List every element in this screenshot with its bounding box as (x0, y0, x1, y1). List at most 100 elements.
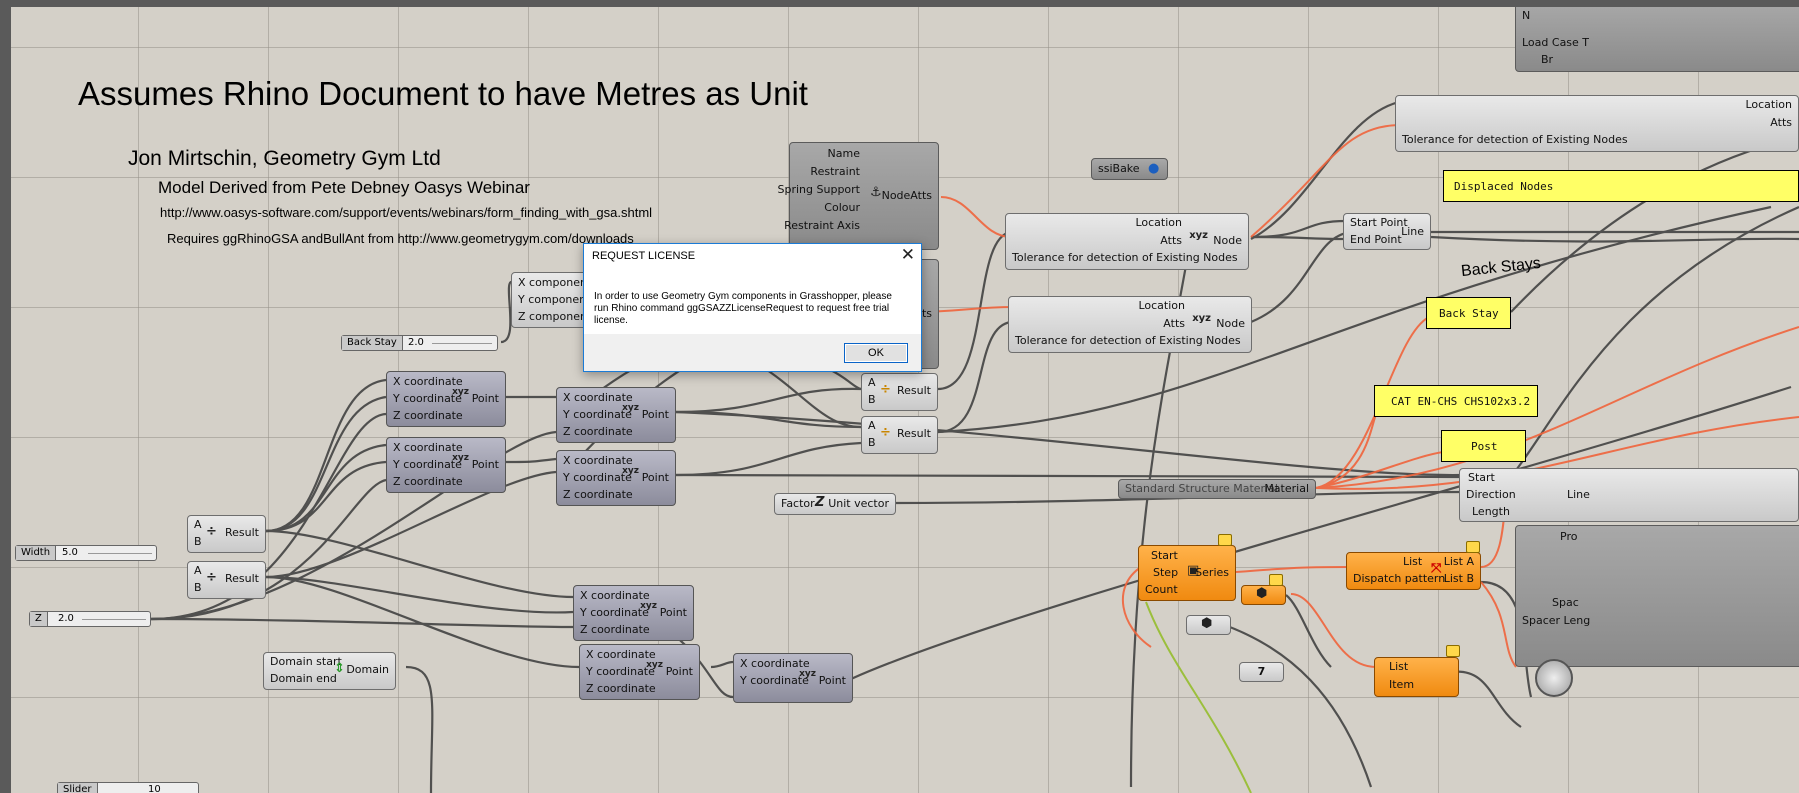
panel-back-stay[interactable]: Back Stay (1426, 297, 1511, 329)
list-item-component[interactable]: List Item (1374, 657, 1459, 697)
param-gray[interactable]: ⬢ (1186, 615, 1231, 635)
port-point-output: Point (471, 392, 499, 405)
close-icon[interactable]: ✕ (901, 245, 915, 265)
point-component-1[interactable]: X coordinate Y coordinate Z coordinate x… (386, 371, 506, 427)
hex-param-icon: ⬢ (1256, 586, 1268, 601)
port-length: Length (1472, 505, 1510, 518)
division-icon: ÷ (880, 382, 891, 397)
panel-text: Displaced Nodes (1454, 180, 1554, 193)
point-component-4[interactable]: X coordinate Y coordinate Z coordinate x… (556, 450, 676, 506)
domain-icon: ⇕ (334, 661, 345, 676)
port-tolerance: Tolerance for detection of Existing Node… (1012, 251, 1238, 264)
port-z: Z coordinate (580, 623, 650, 636)
slider-value: 10 (148, 784, 161, 793)
port-start: Start (1151, 549, 1178, 562)
port-location: Location (1138, 299, 1185, 312)
panel-post[interactable]: Post (1441, 430, 1526, 462)
wire (265, 460, 387, 533)
point-component-5[interactable]: X coordinate Y coordinate Z coordinate x… (573, 585, 694, 641)
port-b: B (868, 436, 876, 449)
division-component-2[interactable]: A B ÷ Result (861, 416, 938, 454)
back-stay-slider[interactable]: Back Stay 2.0 (341, 335, 498, 351)
panel-text: CAT EN-CHS CHS102x3.2 (1391, 395, 1531, 408)
point-icon: xyz (622, 466, 639, 476)
unit-z-icon: Z (815, 495, 825, 510)
vector-xyz-component[interactable]: X component Y component Z component (511, 272, 591, 328)
cluster-tag (1269, 574, 1283, 586)
wire (1480, 205, 1799, 504)
dialog-footer: OK (584, 334, 921, 371)
integer-param[interactable]: 7 (1239, 662, 1284, 682)
port-colour: Colour (824, 201, 860, 214)
param-orange[interactable]: ⬢ (1241, 585, 1286, 605)
point-component-2[interactable]: X coordinate Y coordinate Z coordinate x… (386, 437, 506, 493)
slider-track[interactable] (82, 619, 146, 620)
division-component-1[interactable]: A B ÷ Result (861, 373, 938, 411)
line-component-1[interactable]: Start Point End Point Line (1343, 213, 1431, 250)
grasshopper-canvas[interactable]: Assumes Rhino Document to have Metres as… (11, 7, 1799, 793)
panel-text: Back Stay (1439, 307, 1499, 320)
material-component[interactable]: Standard Structure Material Material (1118, 479, 1316, 499)
point-icon: xyz (799, 669, 816, 679)
port-tolerance: Tolerance for detection of Existing Node… (1015, 334, 1241, 347)
division-component-3[interactable]: A B ÷ Result (187, 515, 266, 553)
port-point-output: Point (641, 408, 669, 421)
point-component-3[interactable]: X coordinate Y coordinate Z coordinate x… (556, 387, 676, 443)
wire (1510, 135, 1799, 313)
port-z: Z coordinate (563, 488, 633, 501)
port-list: List (1389, 660, 1409, 673)
port-count: Count (1145, 583, 1178, 596)
domain-component[interactable]: Domain start Domain end ⇕ Domain (263, 652, 396, 690)
panel-displaced-nodes[interactable]: Displaced Nodes (1443, 170, 1799, 202)
width-slider[interactable]: Width 5.0 (15, 545, 157, 561)
port-start: Start (1468, 471, 1495, 484)
port-domain-start: Domain start (270, 655, 342, 668)
slider-value: 2.0 (58, 613, 74, 624)
license-dialog[interactable]: REQUEST LICENSE ✕ In order to use Geomet… (583, 243, 922, 372)
port-restraint: Restraint (810, 165, 860, 178)
wire (265, 575, 574, 614)
port-location: Location (1135, 216, 1182, 229)
node-component-1[interactable]: Location Atts Tolerance for detection of… (1005, 213, 1249, 270)
point-icon: xyz (452, 387, 469, 397)
node-atts-component[interactable]: Name Restraint Spring Support Colour Res… (778, 142, 939, 250)
ok-button[interactable]: OK (844, 343, 908, 363)
port-y-component: Y component (518, 293, 591, 306)
slider-10[interactable]: Slider 10 (57, 782, 199, 793)
unit-vector-component[interactable]: Factor Z Unit vector (774, 493, 896, 515)
node-component-3[interactable]: Location Atts Tolerance for detection of… (1395, 95, 1799, 152)
dispatch-component[interactable]: List Dispatch pattern ⤧ List A List B (1346, 552, 1481, 590)
port-spacer-length: Spacer Leng (1522, 614, 1591, 627)
port-unit-vector-output: Unit vector (828, 497, 889, 510)
line-sdl-component[interactable]: Start Direction Length Line (1459, 468, 1799, 522)
series-component[interactable]: Start Step Count ▣ Series (1138, 545, 1236, 601)
port-node-output: Node (1213, 234, 1242, 247)
division-component-4[interactable]: A B ÷ Result (187, 561, 266, 599)
gsa-element-component-partial[interactable]: Pro Spac Spacer Leng (1515, 525, 1799, 667)
wire (1215, 620, 1373, 788)
navigation-widget[interactable] (1535, 659, 1573, 697)
port-z: Z coordinate (563, 425, 633, 438)
port-list-a: List A (1443, 555, 1474, 568)
port-x-component: X component (518, 276, 592, 289)
z-slider[interactable]: Z 2.0 (29, 611, 151, 627)
wire (1250, 235, 1347, 241)
gsa-component-partial[interactable]: N Load Case T Br (1515, 7, 1799, 72)
point-component-7[interactable]: X coordinate Y coordinate xyz Point (733, 653, 853, 703)
wire (265, 395, 387, 533)
port-direction: Direction (1466, 488, 1516, 501)
xyz-node-icon: xyz (1192, 313, 1211, 324)
slider-track[interactable] (88, 553, 152, 554)
url-note: http://www.oasys-software.com/support/ev… (160, 205, 653, 220)
point-component-6[interactable]: X coordinate Y coordinate Z coordinate x… (579, 644, 700, 700)
wire (1430, 235, 1799, 243)
slider-track[interactable] (432, 343, 492, 344)
port-point-output: Point (665, 665, 693, 678)
point-icon: xyz (452, 453, 469, 463)
port-z: Z coordinate (393, 475, 463, 488)
panel-cat-section[interactable]: CAT EN-CHS CHS102x3.2 (1374, 385, 1538, 417)
ssibake-component[interactable]: ssiBake ● (1091, 158, 1168, 180)
port-tolerance: Tolerance for detection of Existing Node… (1402, 133, 1628, 146)
port-b: B (194, 535, 202, 548)
node-component-2[interactable]: Location Atts Tolerance for detection of… (1008, 296, 1252, 353)
